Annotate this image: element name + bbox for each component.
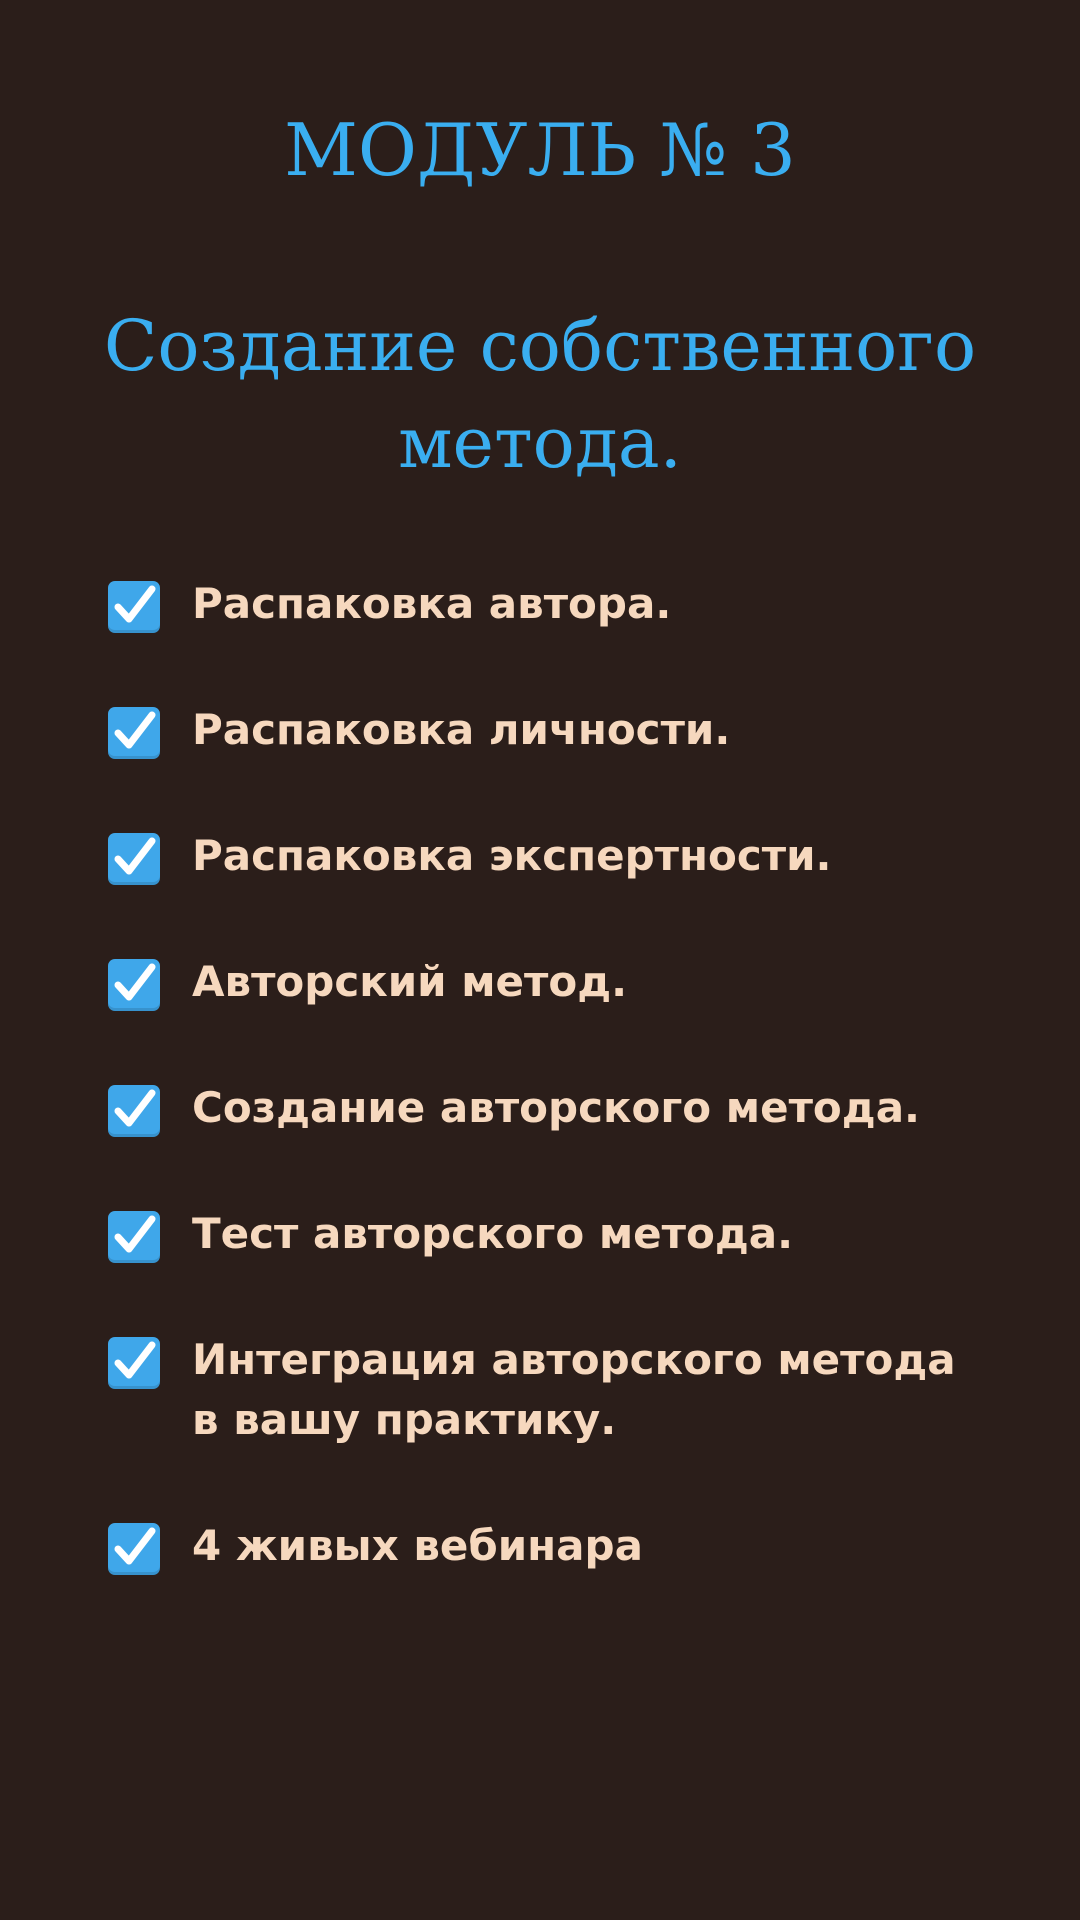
- check-mark-button-icon: [108, 833, 160, 885]
- checklist-item: Создание авторского метода.: [108, 1078, 1008, 1138]
- checklist-item-label: Распаковка экспертности.: [192, 831, 832, 880]
- check-mark-button-icon: [108, 581, 160, 633]
- checklist-item-label: Распаковка автора.: [192, 579, 672, 628]
- check-mark-button-icon: [108, 1211, 160, 1263]
- check-mark-button-icon: [108, 1337, 160, 1389]
- checklist-item: Распаковка автора.: [108, 574, 1008, 634]
- check-mark-button-icon: [108, 959, 160, 1011]
- module-title: МОДУЛЬ № 3: [284, 108, 796, 192]
- checklist-item: Распаковка личности.: [108, 700, 1008, 760]
- checklist-item-label: Распаковка личности.: [192, 705, 731, 754]
- module-page: МОДУЛЬ № 3 Создание собственного метода.…: [0, 0, 1080, 1920]
- checklist-item-label: Авторский метод.: [192, 957, 628, 1006]
- checklist-item-label: Тест авторского метода.: [192, 1209, 794, 1258]
- check-mark-button-icon: [108, 707, 160, 759]
- checklist-item: 4 живых вебинара: [108, 1516, 1008, 1576]
- checklist-item: Интеграция авторского метода в вашу прак…: [108, 1330, 1008, 1450]
- section-title: Создание собственного метода.: [103, 305, 977, 484]
- checklist-item-label: Создание авторского метода.: [192, 1083, 920, 1132]
- checklist-item: Распаковка экспертности.: [108, 826, 1008, 886]
- check-mark-button-icon: [108, 1085, 160, 1137]
- check-mark-button-icon: [108, 1523, 160, 1575]
- checklist-item-label: 4 живых вебинара: [192, 1521, 643, 1570]
- checklist-item: Тест авторского метода.: [108, 1204, 1008, 1264]
- checklist-item: Авторский метод.: [108, 952, 1008, 1012]
- checklist-item-label: Интеграция авторского метода в вашу прак…: [192, 1335, 956, 1444]
- topic-checklist: Распаковка автора. Распаковка личности. …: [108, 574, 1008, 1576]
